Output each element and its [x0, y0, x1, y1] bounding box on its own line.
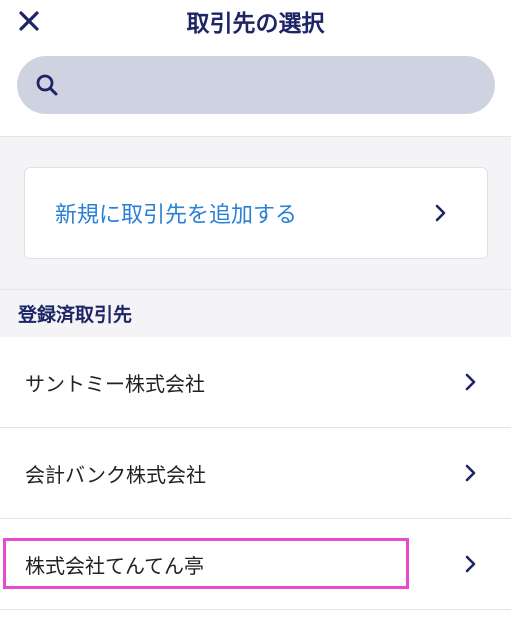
partner-row-kaikei-bank[interactable]: 会計バンク株式会社	[0, 428, 511, 519]
chevron-right-icon	[461, 463, 481, 483]
header: 取引先の選択	[0, 0, 511, 137]
partner-name: サントミー株式会社	[25, 371, 205, 396]
chevron-right-icon	[461, 372, 481, 392]
partner-name: 株式会社てんてん亭	[25, 553, 204, 578]
chevron-right-icon	[431, 203, 451, 223]
search-input[interactable]	[59, 55, 495, 115]
add-new-partner-label: 新規に取引先を追加する	[55, 203, 298, 228]
partner-row-tenten-tei[interactable]: 株式会社てんてん亭	[0, 519, 511, 610]
registered-partners-section-header: 登録済取引先	[0, 289, 511, 337]
chevron-right-icon	[461, 554, 481, 574]
partner-row-santomy[interactable]: サントミー株式会社	[0, 337, 511, 428]
add-new-partner-button[interactable]: 新規に取引先を追加する	[24, 167, 488, 259]
section-title: 登録済取引先	[18, 304, 133, 326]
page-title: 取引先の選択	[186, 11, 325, 37]
search-bar[interactable]	[17, 55, 495, 115]
partner-list: サントミー株式会社 会計バンク株式会社 株式会社てんてん亭	[0, 337, 511, 610]
partner-name: 会計バンク株式会社	[25, 462, 206, 487]
search-icon	[35, 73, 59, 97]
